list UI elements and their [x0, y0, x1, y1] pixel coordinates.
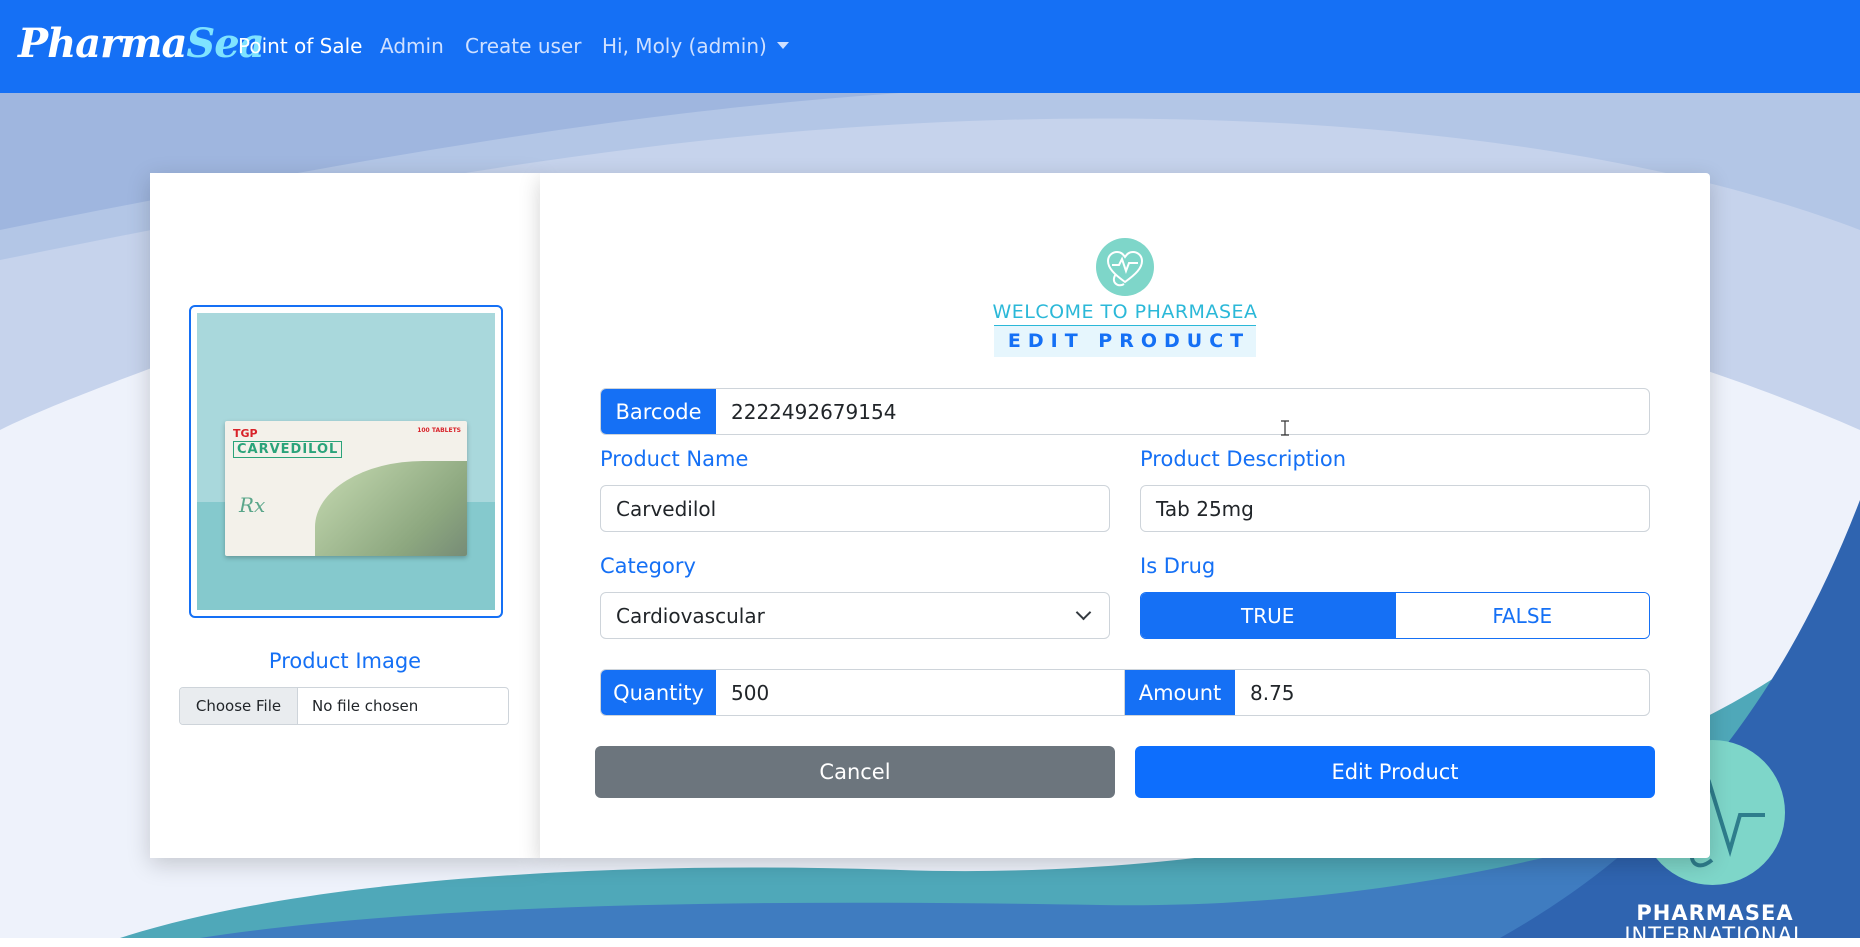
- nav-link-admin[interactable]: Admin: [380, 34, 444, 58]
- box-wave-graphic: [315, 461, 467, 556]
- product-image-card: TGP CARVEDILOL 100 TABLETS Rx Product Im…: [150, 173, 540, 858]
- is-drug-true-option[interactable]: TRUE: [1141, 593, 1395, 638]
- caret-down-icon: [776, 42, 789, 49]
- product-image: TGP CARVEDILOL 100 TABLETS Rx: [197, 313, 495, 610]
- barcode-input[interactable]: 2222492679154: [716, 389, 1649, 434]
- brand-text-pharma: Pharma: [18, 20, 187, 67]
- product-image-label: Product Image: [268, 649, 422, 673]
- category-label: Category: [600, 554, 696, 578]
- is-drug-label: Is Drug: [1140, 554, 1216, 578]
- chevron-down-icon: [1075, 604, 1092, 621]
- category-select[interactable]: Cardiovascular: [600, 592, 1110, 639]
- barcode-label: Barcode: [601, 389, 716, 434]
- medicine-box: TGP CARVEDILOL 100 TABLETS Rx: [225, 421, 467, 556]
- quantity-input[interactable]: 500: [716, 670, 1125, 715]
- product-name-label: Product Name: [600, 447, 749, 471]
- product-image-frame: TGP CARVEDILOL 100 TABLETS Rx: [189, 305, 503, 618]
- text-cursor-icon: [1281, 420, 1289, 436]
- choose-file-button[interactable]: Choose File: [180, 688, 298, 724]
- category-selected-value: Cardiovascular: [616, 603, 765, 628]
- edit-product-form-card: WELCOME TO PHARMASEA EDIT PRODUCT Barcod…: [540, 173, 1710, 858]
- footer-brand-line1: PHARMASEA: [1636, 901, 1794, 925]
- file-status-text: No file chosen: [312, 697, 419, 715]
- top-navbar: PharmaSea Point of Sale Admin Create use…: [0, 0, 1860, 93]
- product-description-input[interactable]: Tab 25mg: [1140, 485, 1650, 532]
- is-drug-false-option[interactable]: FALSE: [1394, 593, 1649, 638]
- cancel-button[interactable]: Cancel: [595, 746, 1115, 798]
- product-description-label: Product Description: [1140, 447, 1347, 471]
- amount-label: Amount: [1125, 670, 1235, 715]
- box-count: 100 TABLETS: [417, 427, 461, 434]
- brand-logo[interactable]: PharmaSea: [18, 20, 265, 67]
- box-product-name: CARVEDILOL: [233, 441, 343, 458]
- amount-input[interactable]: 8.75: [1235, 670, 1649, 715]
- user-menu-dropdown[interactable]: Hi, Moly (admin): [602, 34, 789, 58]
- stethoscope-heart-icon: [1096, 238, 1154, 296]
- nav-link-create-user[interactable]: Create user: [465, 34, 581, 58]
- quantity-label: Quantity: [601, 670, 716, 715]
- box-brand: TGP: [233, 427, 258, 440]
- product-image-file-input[interactable]: Choose File No file chosen: [179, 687, 509, 725]
- page-title: EDIT PRODUCT: [993, 325, 1257, 357]
- product-name-input[interactable]: Carvedilol: [600, 485, 1110, 532]
- rx-symbol: Rx: [239, 493, 266, 517]
- is-drug-toggle: TRUE FALSE: [1140, 592, 1650, 639]
- nav-link-point-of-sale[interactable]: Point of Sale: [238, 34, 362, 58]
- quantity-amount-input-group: Quantity 500 Amount 8.75: [600, 669, 1650, 716]
- welcome-heading: WELCOME TO PHARMASEA: [992, 301, 1258, 323]
- user-menu-label: Hi, Moly (admin): [602, 34, 767, 58]
- edit-product-button[interactable]: Edit Product: [1135, 746, 1655, 798]
- pharmasea-international-text: PHARMASEA INTERNATIONAL: [1600, 902, 1830, 946]
- footer-brand-line2: INTERNATIONAL: [1624, 923, 1806, 947]
- barcode-input-group: Barcode 2222492679154: [600, 388, 1650, 435]
